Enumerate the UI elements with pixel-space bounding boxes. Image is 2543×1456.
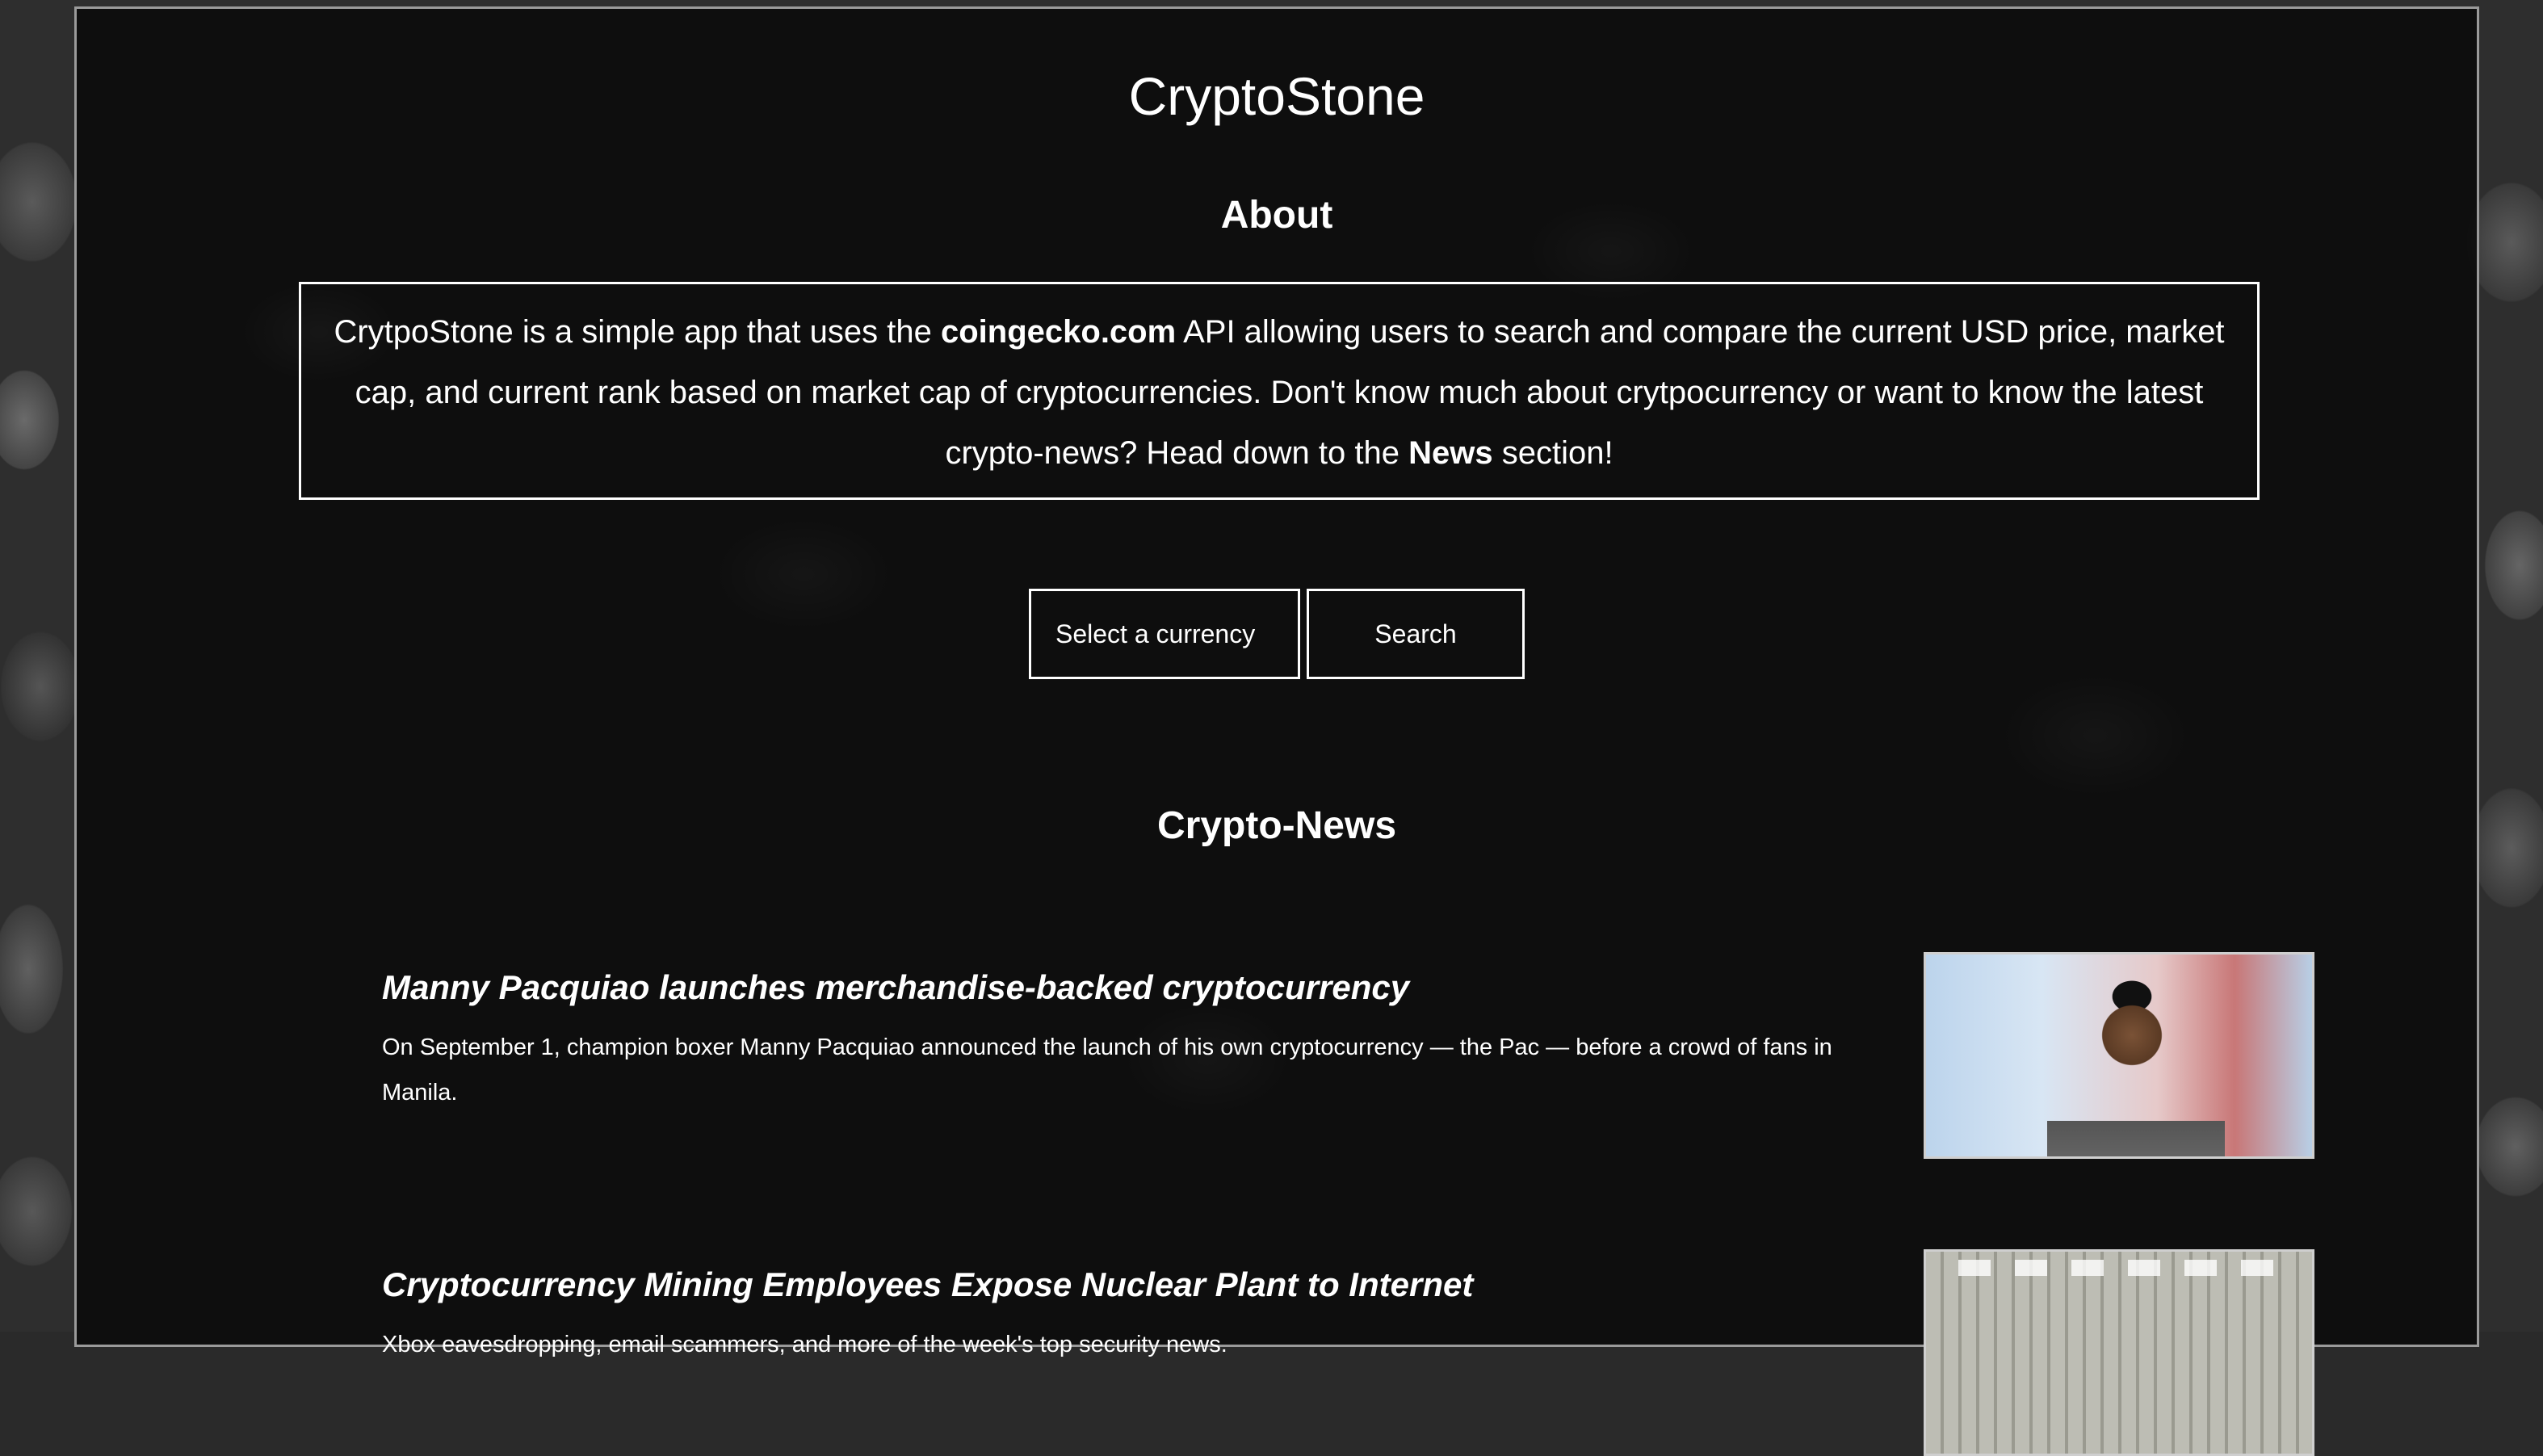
about-text-part-1: CrytpoStone is a simple app that uses th… bbox=[334, 314, 941, 350]
news-link: News bbox=[1408, 435, 1493, 471]
search-button-label: Search bbox=[1374, 619, 1457, 648]
news-thumbnail[interactable] bbox=[1924, 952, 2314, 1159]
site-title: CryptoStone bbox=[1128, 66, 1425, 126]
search-button[interactable]: Search bbox=[1307, 589, 1525, 679]
news-thumbnail[interactable] bbox=[1924, 1249, 2314, 1456]
currency-select[interactable]: Select a currency bbox=[1029, 589, 1300, 679]
news-description: Xbox eavesdropping, email scammers, and … bbox=[382, 1332, 1227, 1357]
news-heading: Crypto-News bbox=[1156, 804, 1397, 847]
news-description: On September 1, champion boxer Manny Pac… bbox=[382, 1034, 1832, 1106]
about-heading: About bbox=[1220, 194, 1333, 237]
news-title[interactable]: Cryptocurrency Mining Employees Expose N… bbox=[382, 1265, 1836, 1304]
news-title[interactable]: Manny Pacquiao launches merchandise-back… bbox=[382, 968, 1836, 1007]
about-description: CrytpoStone is a simple app that uses th… bbox=[299, 282, 2260, 500]
coingecko-link: coingecko.com bbox=[940, 314, 1177, 350]
currency-select-label: Select a currency bbox=[1055, 619, 1256, 648]
search-controls: Select a currency Search bbox=[77, 589, 2477, 679]
main-container: CryptoStone About CrytpoStone is a simpl… bbox=[74, 6, 2479, 1456]
about-text-part-3: section! bbox=[1492, 435, 1614, 471]
